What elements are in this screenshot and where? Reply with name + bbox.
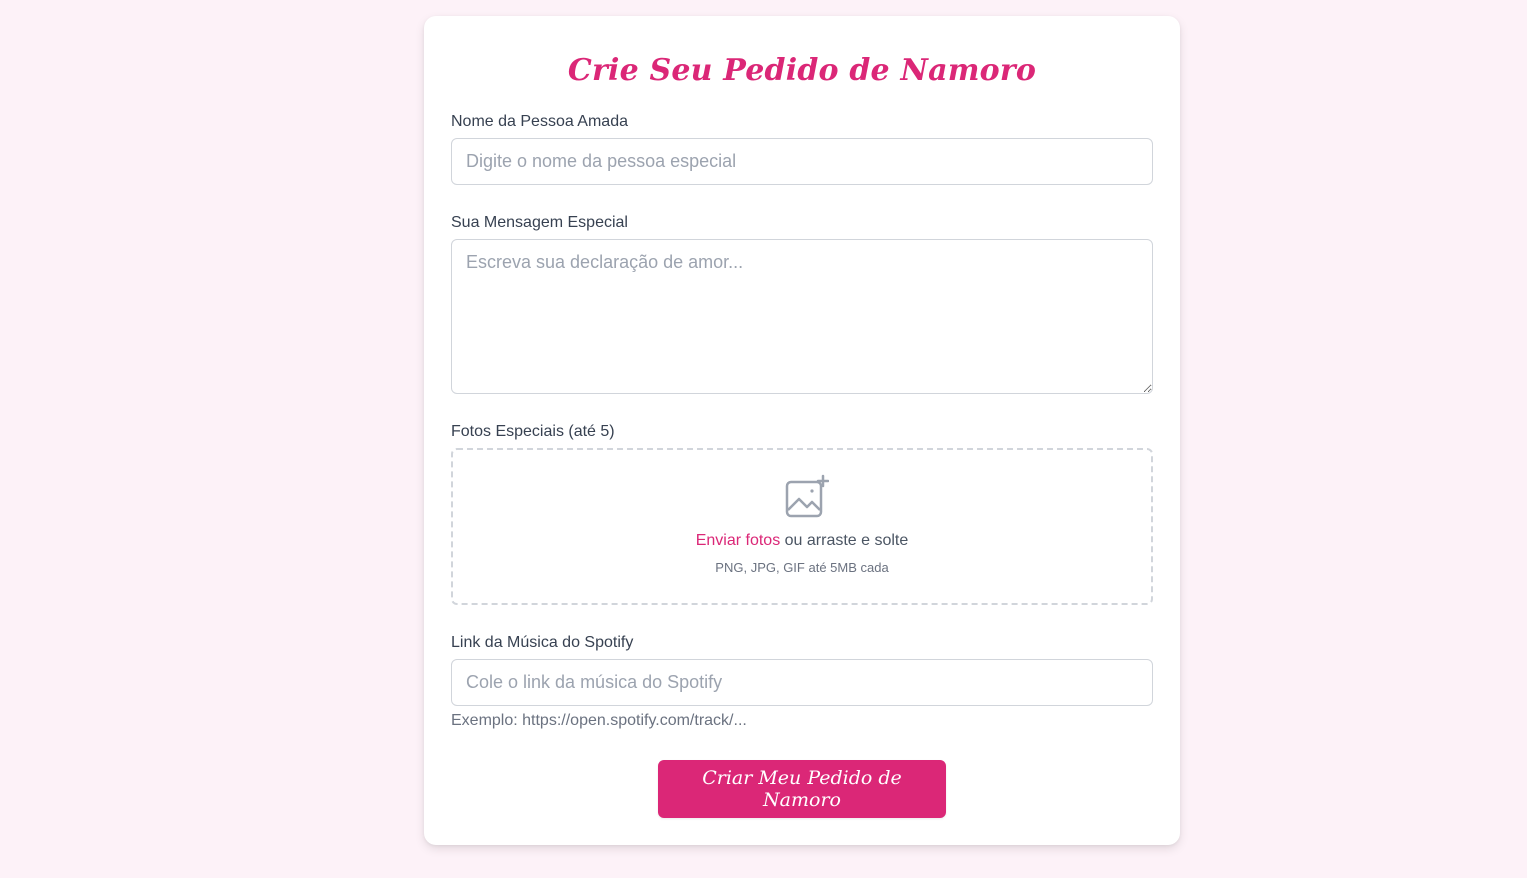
message-label: Sua Mensagem Especial [451, 214, 628, 231]
submit-button[interactable]: Criar Meu Pedido de Namoro [658, 760, 946, 818]
spotify-link-input[interactable] [451, 659, 1153, 706]
spotify-label: Link da Música do Spotify [451, 634, 634, 651]
upload-instructions: Enviar fotos ou arraste e solte [453, 532, 1151, 550]
message-textarea[interactable] [451, 239, 1153, 394]
name-label: Nome da Pessoa Amada [451, 113, 628, 130]
form-title: Crie Seu Pedido de Namoro [567, 53, 1037, 88]
upload-photos-link[interactable]: Enviar fotos [696, 532, 780, 549]
photo-dropzone[interactable]: Enviar fotos ou arraste e solte PNG, JPG… [451, 448, 1153, 605]
name-input[interactable] [451, 138, 1153, 185]
photos-label: Fotos Especiais (até 5) [451, 423, 615, 440]
image-plus-icon [785, 474, 829, 518]
upload-hint: PNG, JPG, GIF até 5MB cada [715, 560, 889, 575]
form-card: Crie Seu Pedido de Namoro Nome da Pessoa… [424, 16, 1180, 845]
spotify-helper-text: Exemplo: https://open.spotify.com/track/… [451, 712, 747, 729]
drag-drop-text: ou arraste e solte [780, 532, 909, 549]
